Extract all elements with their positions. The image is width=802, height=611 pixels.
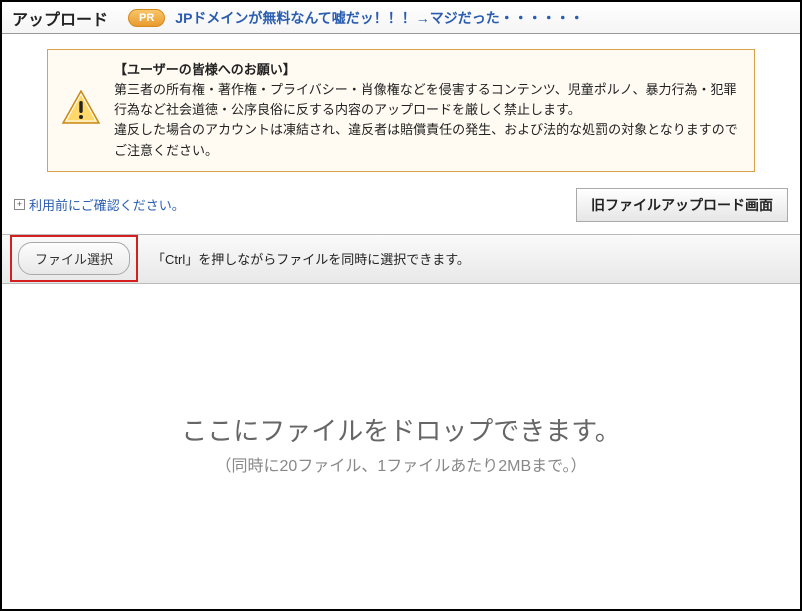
page-title: アップロード [12, 6, 108, 30]
drop-zone[interactable]: ここにファイルをドロップできます。 （同時に20ファイル、1ファイルあたり2MB… [2, 284, 800, 604]
drop-zone-sub-text: （同時に20ファイル、1ファイルあたり2MBまで。） [216, 452, 587, 476]
pr-badge: PR [128, 9, 165, 27]
notice-box: 【ユーザーの皆様へのお願い】 第三者の所有権・著作権・プライバシー・肖像権などを… [47, 49, 755, 172]
pr-link[interactable]: JPドメインが無料なんて嘘だッ！！！→マジだった・・・・・・ [175, 8, 583, 28]
old-upload-screen-button[interactable]: 旧ファイルアップロード画面 [576, 188, 788, 222]
confirm-before-use-link[interactable]: 利用前にご確認ください。 [29, 195, 185, 214]
notice-title: 【ユーザーの皆様へのお願い】 [114, 60, 740, 80]
pr-banner: PR JPドメインが無料なんて嘘だッ！！！→マジだった・・・・・・ [128, 8, 790, 28]
file-select-bar: ファイル選択 「Ctrl」を押しながらファイルを同時に選択できます。 [2, 234, 800, 284]
highlight-frame: ファイル選択 [10, 235, 138, 282]
notice-line-2: 違反した場合のアカウントは凍結され、違反者は賠償責任の発生、および法的な処罰の対… [114, 120, 740, 160]
file-select-button[interactable]: ファイル選択 [18, 242, 130, 275]
mid-row: + 利用前にご確認ください。 旧ファイルアップロード画面 [2, 182, 800, 234]
file-select-hint: 「Ctrl」を押しながらファイルを同時に選択できます。 [152, 249, 470, 268]
notice-line-1: 第三者の所有権・著作権・プライバシー・肖像権などを侵害するコンテンツ、児童ポルノ… [114, 80, 740, 120]
warning-icon [62, 90, 100, 124]
confirm-link-wrap: + 利用前にご確認ください。 [14, 195, 185, 214]
expand-icon[interactable]: + [14, 199, 25, 210]
notice-text: 【ユーザーの皆様へのお願い】 第三者の所有権・著作権・プライバシー・肖像権などを… [114, 60, 740, 161]
drop-zone-main-text: ここにファイルをドロップできます。 [181, 411, 620, 448]
header: アップロード PR JPドメインが無料なんて嘘だッ！！！→マジだった・・・・・・ [2, 2, 800, 34]
